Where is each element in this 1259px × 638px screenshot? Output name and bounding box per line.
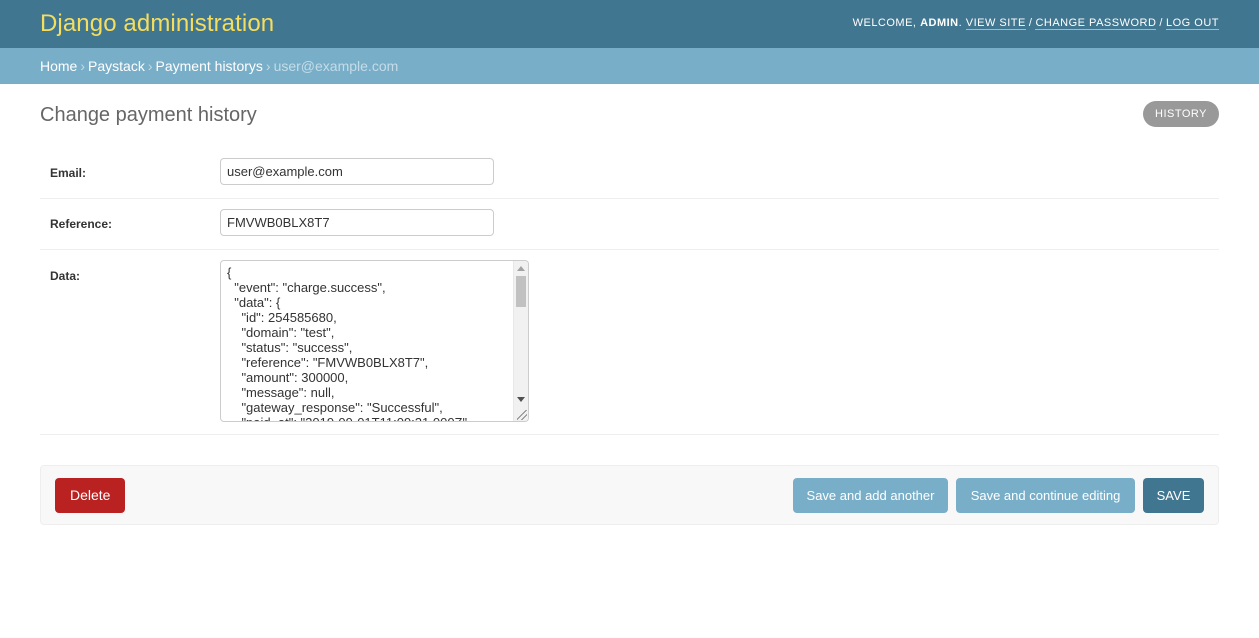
save-and-add-another-button[interactable]: Save and add another <box>793 478 948 513</box>
scroll-thumb[interactable] <box>516 276 526 307</box>
submit-row: Delete Save and add another Save and con… <box>40 465 1219 525</box>
breadcrumb-current: user@example.com <box>273 58 399 74</box>
reference-field[interactable] <box>220 209 494 236</box>
breadcrumb: Home › Paystack › Payment historys › user@exam… <box>0 48 1259 84</box>
breadcrumb-app[interactable]: Paystack <box>88 58 145 74</box>
email-label: Email: <box>50 166 87 180</box>
email-field[interactable] <box>220 158 494 185</box>
reference-label: Reference: <box>50 217 113 231</box>
data-textarea-content[interactable]: { "event": "charge.success", "data": { "… <box>227 265 471 421</box>
username: Admin <box>920 17 959 29</box>
breadcrumb-model[interactable]: Payment historys <box>156 58 263 74</box>
header: Django administration Welcome, Admin. Vi… <box>0 0 1259 48</box>
save-and-continue-button[interactable]: Save and continue editing <box>956 478 1135 513</box>
data-label: Data: <box>50 269 81 283</box>
form-row-email: Email: <box>40 148 1219 199</box>
log-out-link[interactable]: Log out <box>1165 17 1219 30</box>
breadcrumb-home[interactable]: Home <box>40 58 77 74</box>
site-title[interactable]: Django administration <box>40 10 274 38</box>
user-tools: Welcome, Admin. View site / Change passwor… <box>852 17 1219 30</box>
form-row-reference: Reference: <box>40 199 1219 250</box>
delete-button[interactable]: Delete <box>55 478 126 513</box>
data-textarea[interactable]: { "event": "charge.success", "data": { "… <box>220 260 529 422</box>
page-title: Change payment history <box>40 104 257 126</box>
resize-handle-icon[interactable] <box>517 410 527 420</box>
save-button[interactable]: Save <box>1143 478 1204 513</box>
change-password-link[interactable]: Change password <box>1035 17 1157 30</box>
history-button[interactable]: History <box>1143 101 1219 127</box>
scroll-down-icon[interactable] <box>517 397 525 402</box>
scroll-up-icon[interactable] <box>517 266 525 271</box>
view-site-link[interactable]: View site <box>965 17 1026 30</box>
form-row-data: Data: { "event": "charge.success", "data… <box>40 250 1219 435</box>
welcome-text: Welcome, <box>852 17 917 29</box>
data-scrollbar[interactable] <box>513 261 528 421</box>
